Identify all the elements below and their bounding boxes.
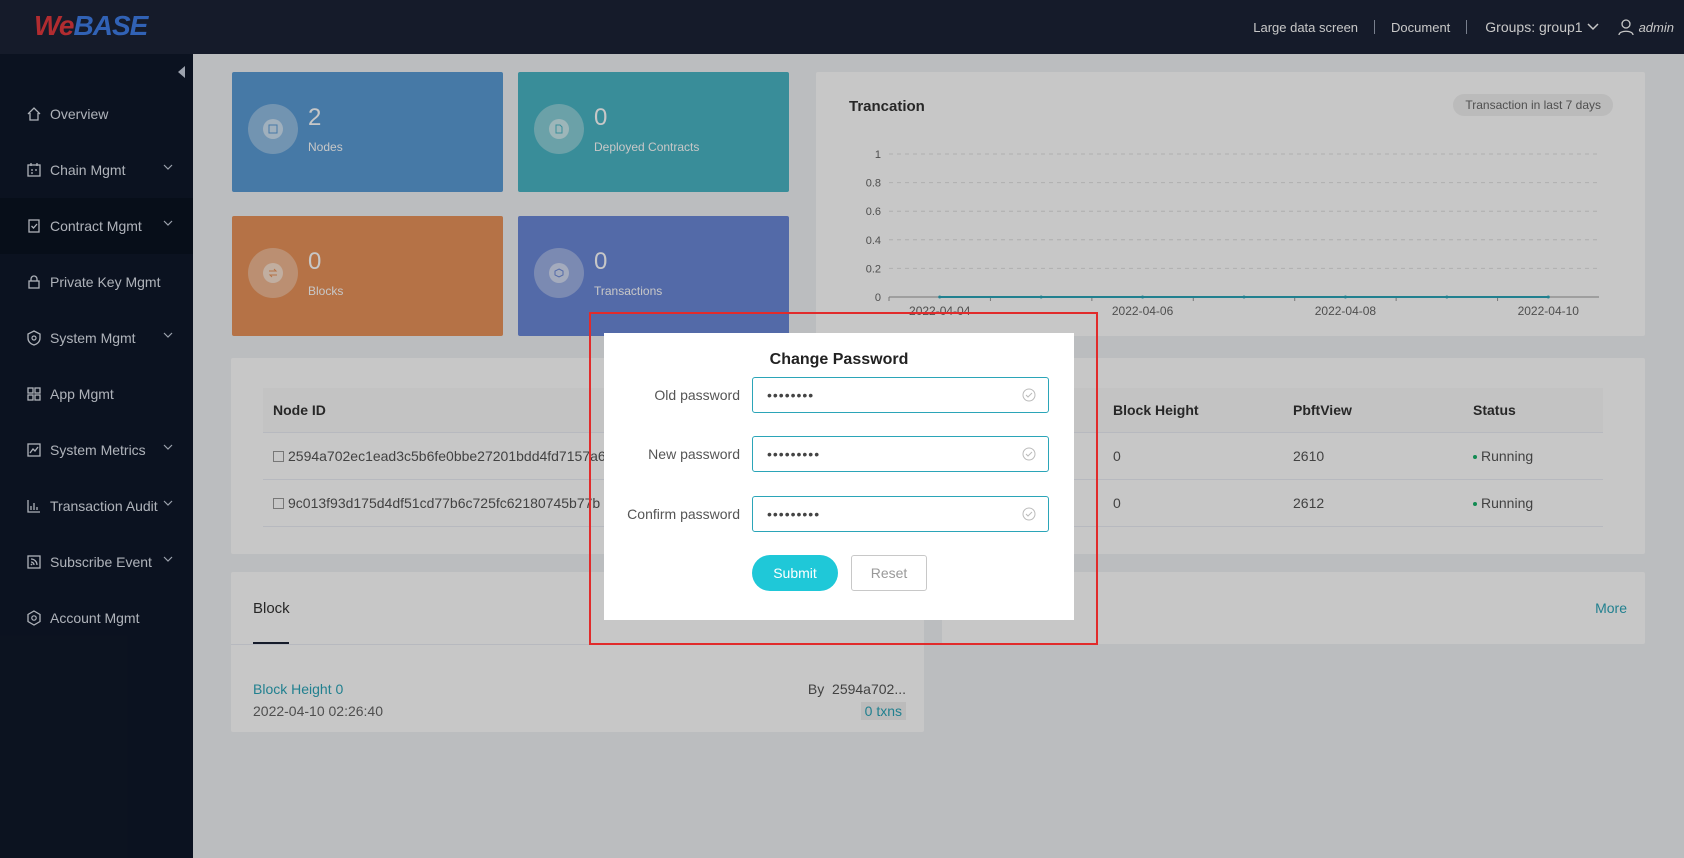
annotation-highlight-box xyxy=(589,312,1098,645)
